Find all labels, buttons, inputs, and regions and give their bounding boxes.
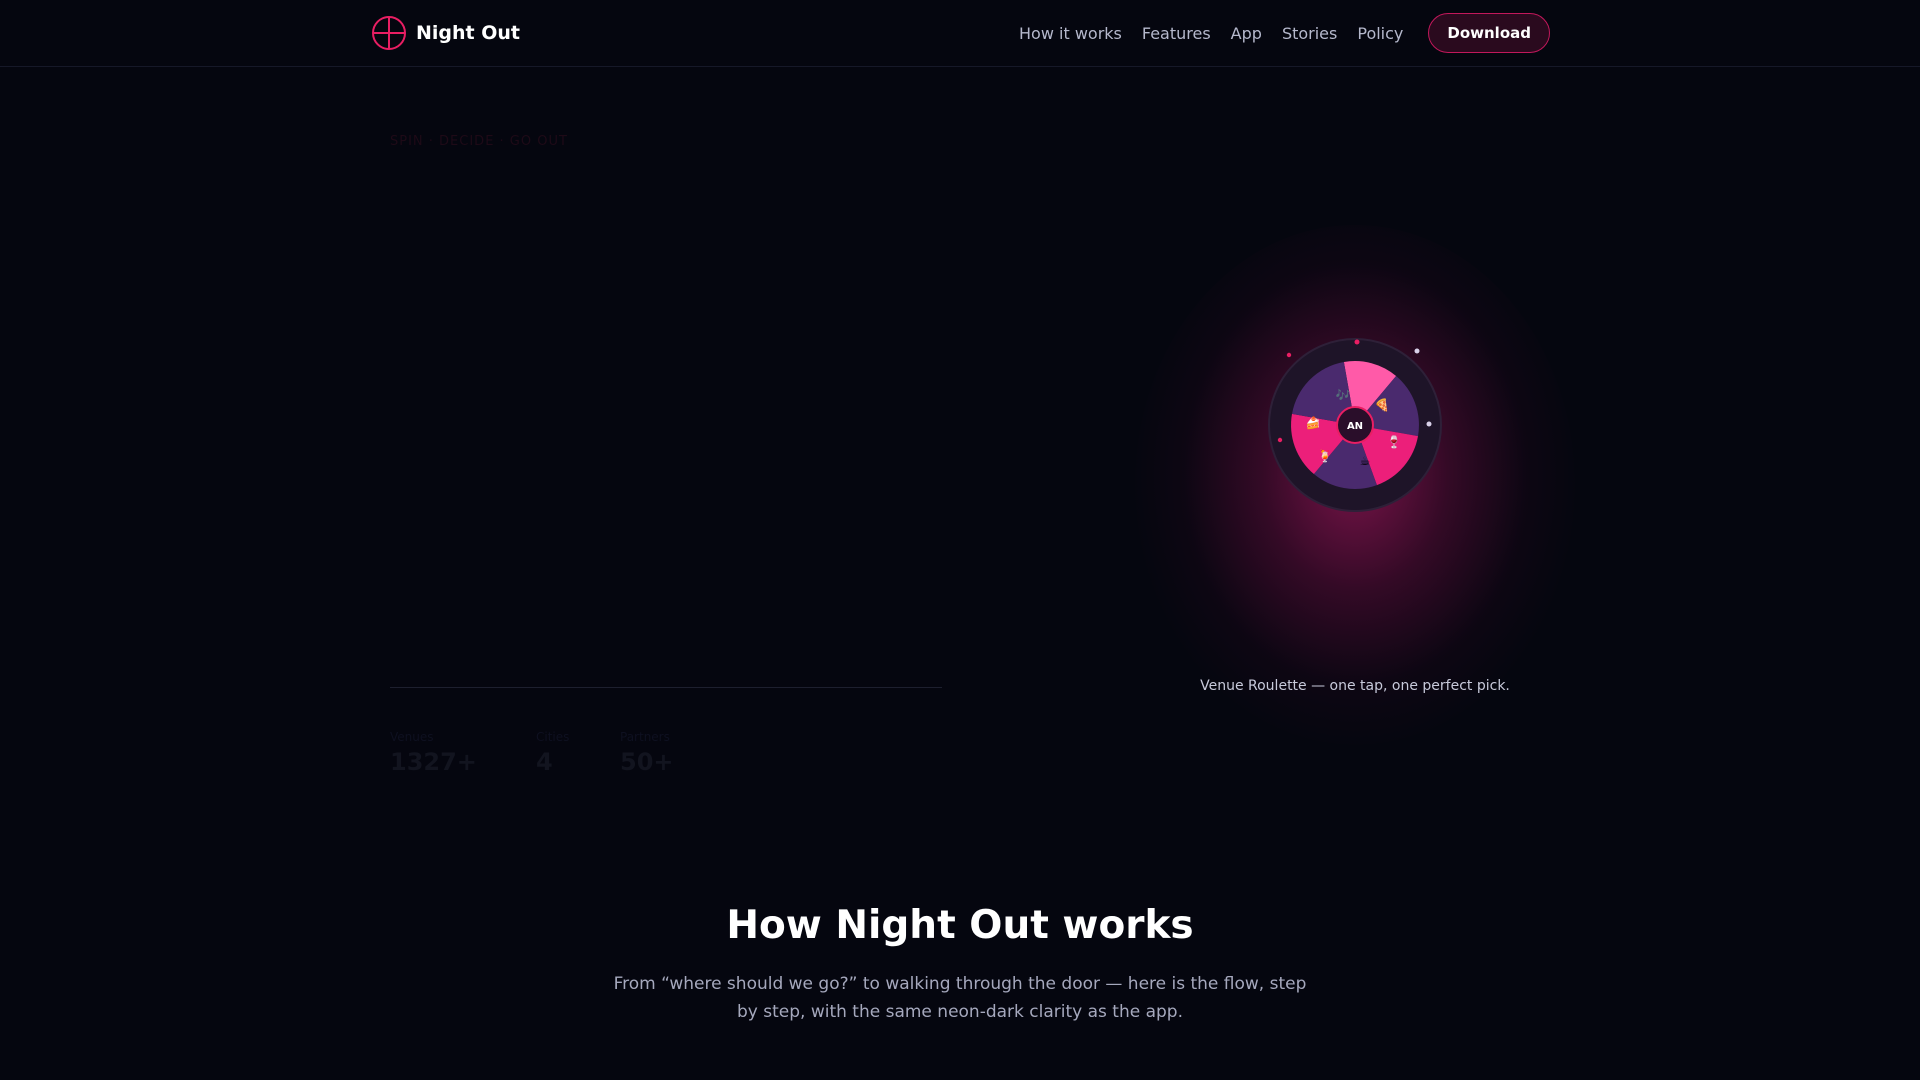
cocktail-icon: 🍹 <box>1318 448 1333 463</box>
nav-links: How it works Features App Stories Policy… <box>1019 12 1550 54</box>
venue-roulette-wheel[interactable]: AN 🎶 🍕 🍷 ☕ 🍹 🍰 <box>1245 315 1465 535</box>
download-button[interactable]: Download <box>1428 13 1550 53</box>
wheel-graphic: AN 🎶 🍕 🍷 ☕ 🍹 🍰 <box>1268 338 1442 512</box>
pizza-icon: 🍕 <box>1375 398 1390 412</box>
wheel-caption: Venue Roulette — one tap, one perfect pi… <box>1200 678 1510 694</box>
sparkle-dot <box>1286 352 1292 358</box>
nav-link-stories[interactable]: Stories <box>1282 24 1337 43</box>
stat-label: Venues <box>390 730 434 744</box>
top-nav: Night Out How it works Features App Stor… <box>0 0 1920 67</box>
music-icon: 🎶 <box>1336 388 1351 402</box>
nav-link-policy[interactable]: Policy <box>1357 24 1403 43</box>
stat-venues: Venues 1327+ <box>390 730 477 776</box>
stat-value: 50+ <box>620 748 674 776</box>
hero-left: SPIN · DECIDE · GO OUT Venues 1327+ Citi… <box>390 130 942 790</box>
hero-divider <box>390 687 942 688</box>
coffee-icon: ☕ <box>1360 454 1371 468</box>
cake-icon: 🍰 <box>1306 416 1321 430</box>
sparkle-dot <box>1277 437 1283 443</box>
sparkle-dot <box>1426 421 1432 427</box>
sparkle-dot <box>1354 339 1360 345</box>
crosshair-circle-icon <box>372 16 406 50</box>
hero-eyebrow: SPIN · DECIDE · GO OUT <box>390 134 568 149</box>
wheel-center-label: AN <box>1347 421 1363 432</box>
section-description: From “where should we go?” to walking th… <box>613 974 1307 1022</box>
stat-label: Partners <box>620 730 670 744</box>
sparkle-dot <box>1414 348 1420 354</box>
brand[interactable]: Night Out <box>371 15 520 51</box>
stat-cities: Cities 4 <box>536 730 569 776</box>
nav-link-how-it-works[interactable]: How it works <box>1019 24 1122 43</box>
stat-value: 4 <box>536 748 553 776</box>
brand-name: Night Out <box>416 22 520 44</box>
stat-label: Cities <box>536 730 570 744</box>
stat-value: 1327+ <box>390 748 477 776</box>
nav-link-features[interactable]: Features <box>1142 24 1211 43</box>
wine-icon: 🍷 <box>1387 435 1402 449</box>
stat-partners: Partners 50+ <box>620 730 674 776</box>
nav-link-app[interactable]: App <box>1231 24 1262 43</box>
section-title: How Night Out works <box>726 903 1194 948</box>
